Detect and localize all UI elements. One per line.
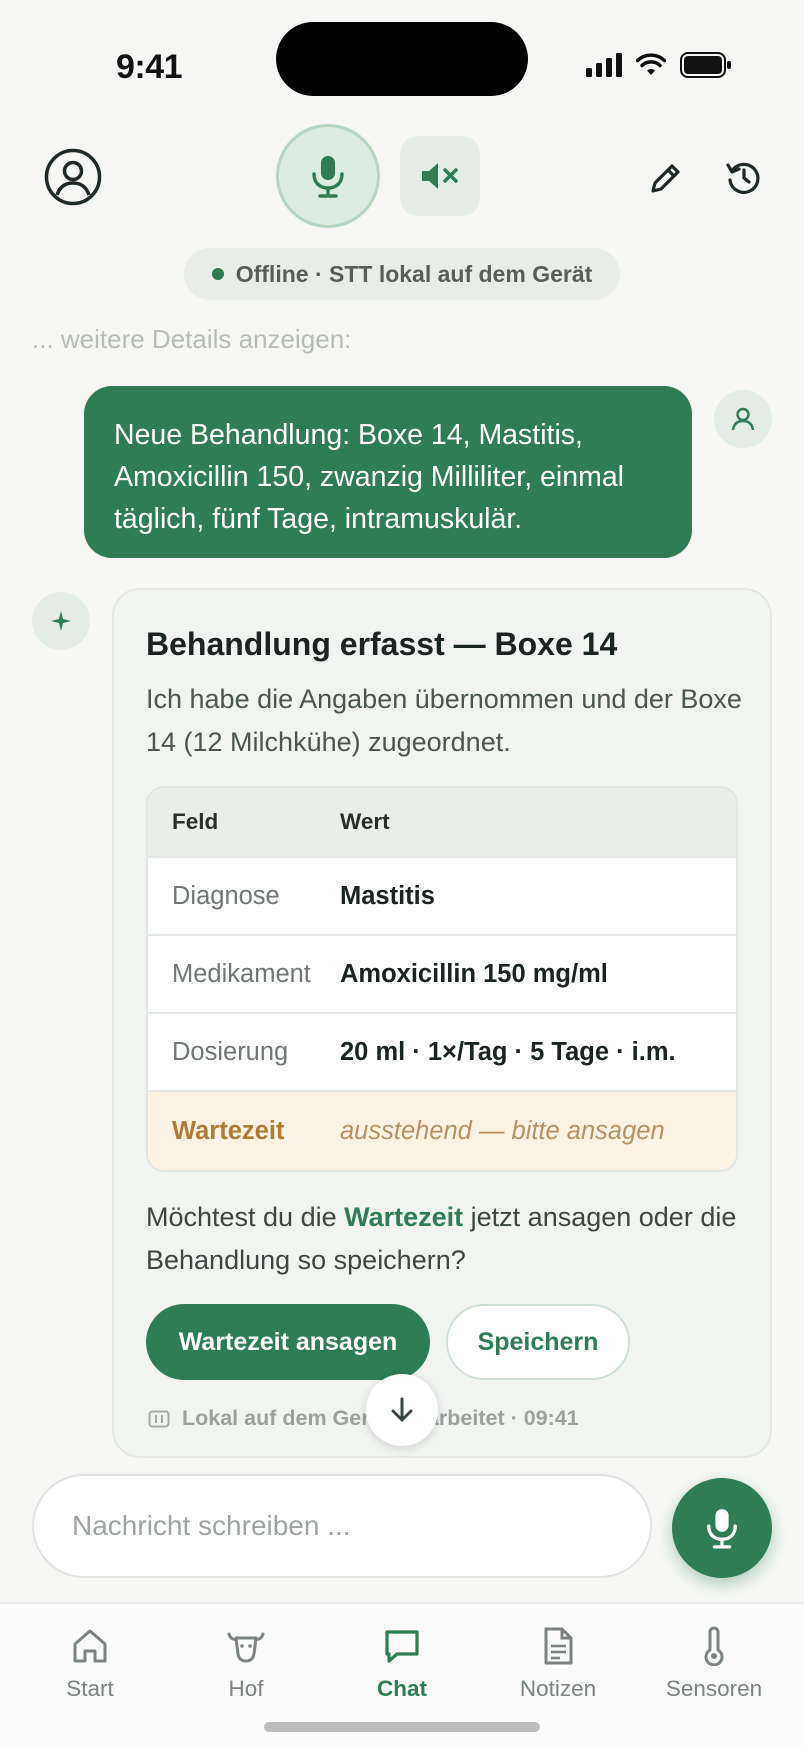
field-value: Amoxicillin 150 mg/ml <box>340 959 608 988</box>
edit-button[interactable] <box>644 156 688 200</box>
offline-status-badge: Offline · STT lokal auf dem Gerät <box>184 248 620 300</box>
response-intro: Ich habe die Angaben übernommen und der … <box>146 684 742 757</box>
status-time: 9:41 <box>116 48 183 86</box>
assistant-response-card: Behandlung erfasst — Boxe 14 Ich habe di… <box>112 588 772 1458</box>
dynamic-island <box>276 22 528 96</box>
tab-label: Hof <box>228 1676 264 1701</box>
treatment-table: Feld Wert Diagnose Mastitis Medikament A… <box>146 786 738 1172</box>
mute-speaker-button[interactable] <box>400 136 480 216</box>
microphone-icon <box>312 156 344 198</box>
battery-icon <box>680 52 731 78</box>
pencil-icon <box>651 164 680 193</box>
tab-hof[interactable]: Hof <box>176 1626 316 1702</box>
tab-label: Chat <box>377 1676 427 1701</box>
field-value: 20 ml · 1×/Tag · 5 Tage · i.m. <box>340 1037 676 1066</box>
user-avatar <box>714 390 772 448</box>
table-row-pending: Wartezeit ausstehend — bitte ansagen <box>148 1092 736 1170</box>
table-row: Dosierung 20 ml · 1×/Tag · 5 Tage · i.m. <box>148 1014 736 1092</box>
offline-status-text: Offline · STT lokal auf dem Gerät <box>235 260 593 287</box>
tab-chat[interactable]: Chat <box>332 1626 472 1702</box>
home-icon <box>73 1629 107 1663</box>
more-details-link[interactable]: ... weitere Details anzeigen: <box>32 324 351 355</box>
tab-notizen[interactable]: Notizen <box>488 1626 628 1702</box>
field-label: Medikament <box>172 959 311 988</box>
field-value: Mastitis <box>340 881 435 910</box>
table-header-row: Feld Wert <box>148 788 736 858</box>
sparkle-icon <box>51 611 71 631</box>
tab-label: Sensoren <box>665 1676 763 1701</box>
voice-message-button[interactable] <box>672 1478 772 1578</box>
table-header-field: Feld <box>172 809 219 834</box>
speaker-muted-icon <box>422 163 458 189</box>
profile-button[interactable] <box>44 148 102 206</box>
tab-label: Start <box>66 1676 114 1701</box>
status-dot-icon <box>211 268 224 280</box>
signal-icon <box>586 53 622 77</box>
document-icon <box>544 1627 573 1665</box>
user-circle-icon <box>44 148 102 206</box>
arrow-down-icon <box>391 1397 413 1422</box>
tab-sensoren[interactable]: Sensoren <box>644 1626 784 1702</box>
response-question: Möchtest du die Wartezeit jetzt ansagen … <box>146 1196 746 1282</box>
chat-icon <box>385 1630 419 1663</box>
status-icons <box>586 52 732 78</box>
field-label: Dosierung <box>172 1037 289 1066</box>
announce-waiting-period-button[interactable]: Wartezeit ansagen <box>146 1304 430 1380</box>
response-title: Behandlung erfasst — Boxe 14 <box>146 626 618 662</box>
table-row: Diagnose Mastitis <box>148 858 736 936</box>
chip-icon <box>148 1410 170 1427</box>
thermometer-icon <box>704 1626 724 1666</box>
microphone-icon <box>707 1509 737 1549</box>
tab-label: Notizen <box>519 1676 597 1701</box>
table-header-value: Wert <box>340 809 390 834</box>
field-label: Diagnose <box>172 881 280 910</box>
message-input[interactable]: Nachricht schreiben ... <box>32 1474 652 1578</box>
cow-icon <box>227 1632 265 1663</box>
voice-input-button[interactable] <box>276 124 380 228</box>
home-indicator <box>264 1722 540 1732</box>
user-icon <box>731 407 755 431</box>
table-row: Medikament Amoxicillin 150 mg/ml <box>148 936 736 1014</box>
user-message-bubble: Neue Behandlung: Boxe 14, Mastitis, Amox… <box>84 386 692 558</box>
scroll-to-bottom-button[interactable] <box>366 1374 438 1446</box>
field-value: ausstehend — bitte ansagen <box>340 1116 665 1145</box>
question-highlight: Wartezeit <box>344 1202 464 1232</box>
response-footer: Lokal auf dem Gerät verarbeitet · 09:41 <box>148 1406 579 1431</box>
assistant-avatar <box>32 592 90 650</box>
tab-start[interactable]: Start <box>20 1626 160 1702</box>
history-icon <box>726 162 760 194</box>
save-button[interactable]: Speichern <box>446 1304 630 1380</box>
wifi-icon <box>636 53 666 75</box>
field-label: Wartezeit <box>172 1116 285 1145</box>
history-button[interactable] <box>722 156 766 200</box>
question-text: Möchtest du die <box>146 1202 345 1232</box>
